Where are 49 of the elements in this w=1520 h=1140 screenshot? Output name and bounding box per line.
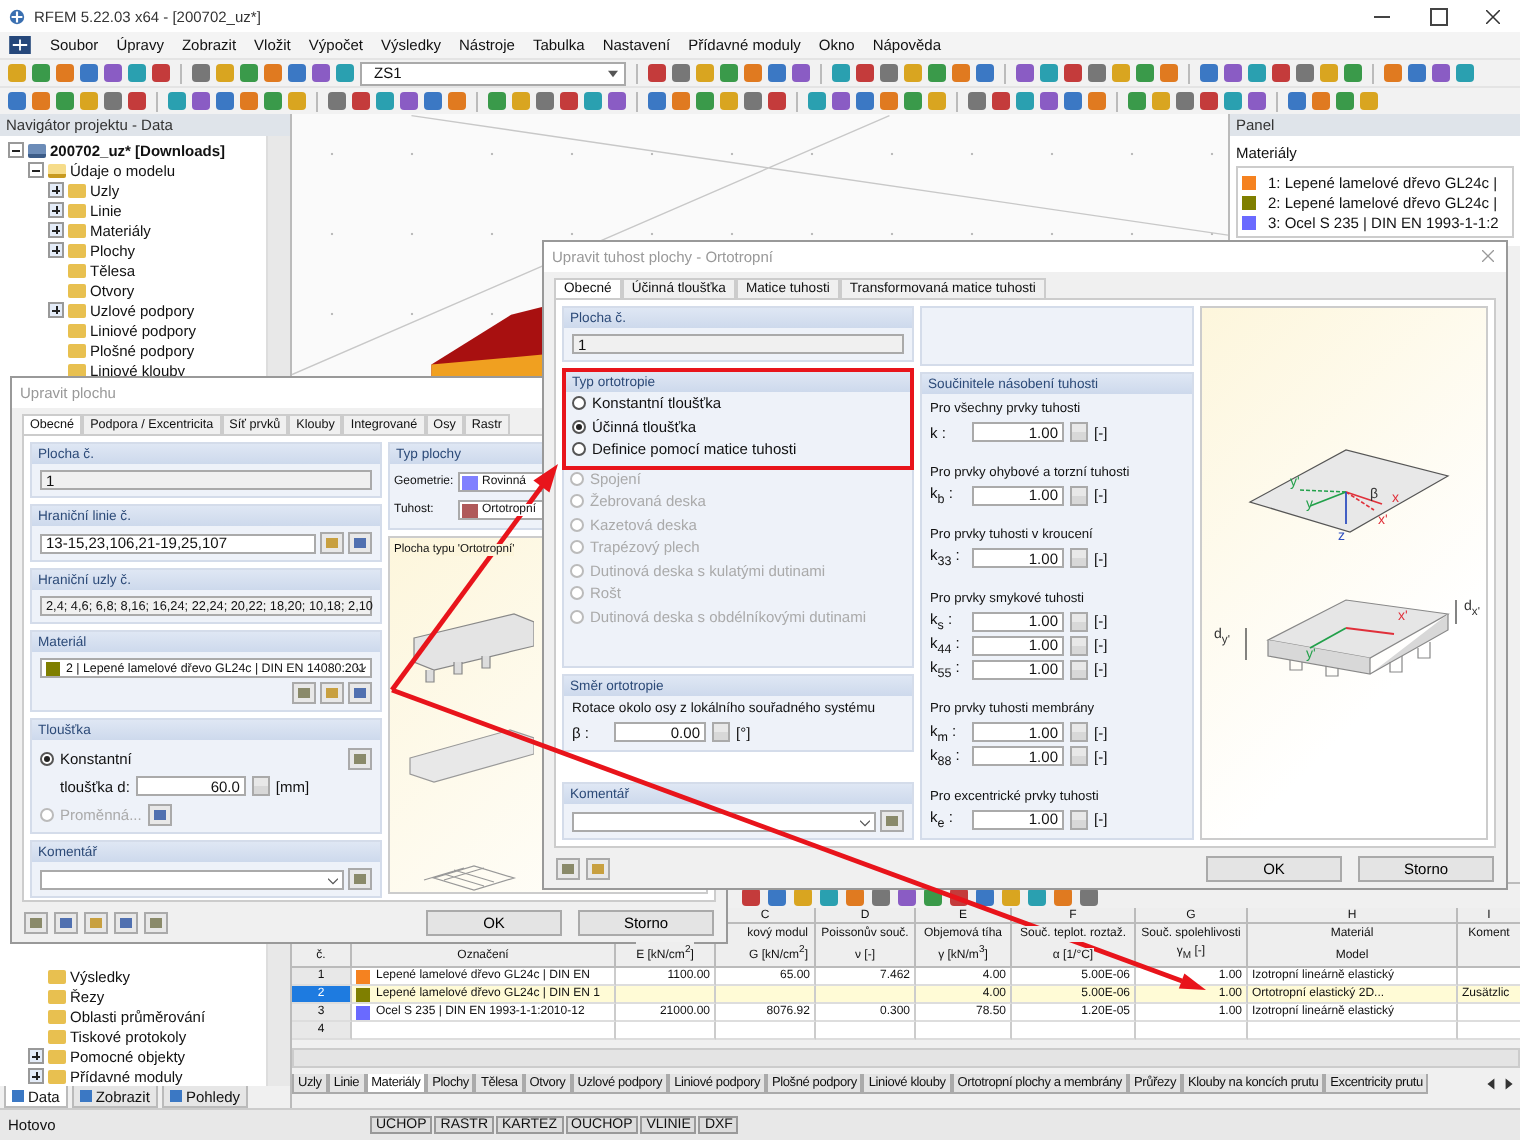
table-icon[interactable] [84, 911, 108, 933]
scrollbar[interactable] [292, 1048, 1520, 1068]
book-icon[interactable] [292, 682, 316, 704]
help-icon[interactable] [24, 911, 48, 933]
radio-button[interactable] [572, 396, 586, 411]
spinner-icon[interactable] [1070, 422, 1088, 442]
spinner-icon[interactable] [1070, 485, 1088, 506]
comment-icon[interactable] [880, 810, 904, 832]
table-icon[interactable] [586, 857, 610, 879]
expand-toggle[interactable] [48, 202, 64, 218]
comment-icon[interactable] [348, 868, 372, 890]
expand-toggle[interactable] [28, 162, 44, 178]
spinner-icon[interactable] [251, 776, 270, 796]
radio-button[interactable] [572, 442, 586, 457]
spinner-icon[interactable] [1070, 809, 1088, 830]
expand-toggle[interactable] [48, 222, 64, 238]
close-icon[interactable] [1486, 9, 1500, 23]
pick-icon[interactable] [320, 532, 344, 554]
select-icon[interactable] [348, 532, 372, 554]
radio-button[interactable] [572, 419, 586, 434]
edit-icon[interactable] [54, 911, 78, 933]
dropdown-arrow-icon [608, 69, 618, 77]
settings-icon[interactable] [144, 911, 168, 933]
expand-toggle[interactable] [28, 1048, 44, 1064]
app-logo-icon [8, 7, 26, 25]
spinner-icon[interactable] [1070, 611, 1088, 632]
model-drawing [431, 306, 543, 379]
expand-toggle[interactable] [8, 142, 24, 158]
spinner-icon[interactable] [1070, 746, 1088, 767]
comment-dropdown[interactable] [40, 869, 344, 889]
new-icon[interactable] [320, 682, 344, 704]
calculator-icon[interactable] [348, 747, 372, 769]
expand-toggle[interactable] [48, 182, 64, 198]
help-icon[interactable] [556, 857, 580, 879]
spinner-icon[interactable] [1070, 722, 1088, 743]
expand-toggle[interactable] [48, 302, 64, 318]
comment-dropdown[interactable] [572, 811, 876, 831]
spinner-icon[interactable] [1070, 659, 1088, 680]
spinner-icon[interactable] [712, 722, 730, 742]
expand-toggle[interactable] [48, 242, 64, 258]
edit-icon[interactable] [348, 682, 372, 704]
expand-toggle[interactable] [28, 1068, 44, 1084]
spinner-icon[interactable] [1070, 635, 1088, 656]
tab-scroll-icon[interactable] [1486, 1078, 1514, 1090]
view-icon[interactable] [114, 911, 138, 933]
radio-button[interactable] [40, 751, 54, 765]
app-menu-icon[interactable] [8, 36, 32, 54]
edit-icon[interactable] [147, 803, 172, 825]
spinner-icon[interactable] [1070, 548, 1088, 569]
